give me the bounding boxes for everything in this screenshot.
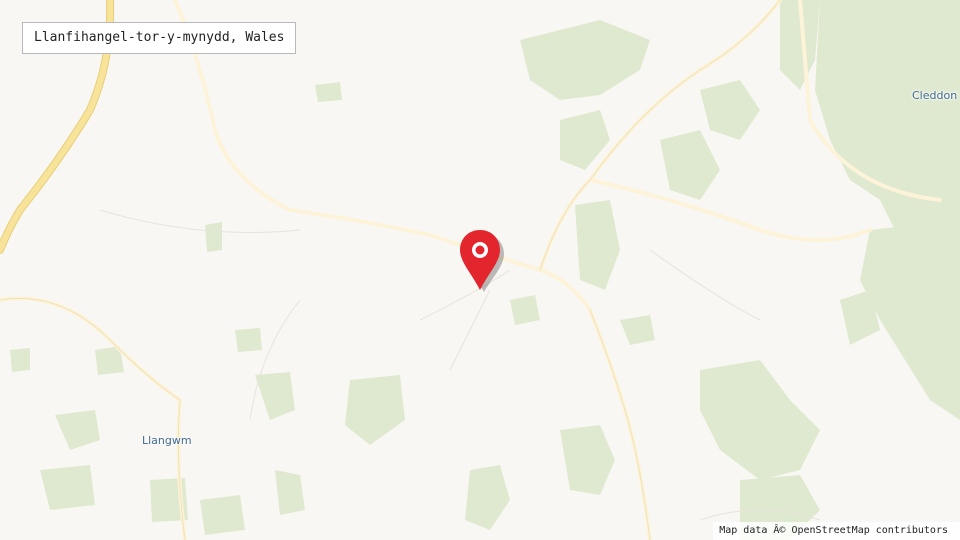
map-pin-icon[interactable]	[456, 228, 508, 294]
location-name-box: Llanfihangel-tor-y-mynydd, Wales	[22, 22, 297, 54]
town-label-cleddon: Cleddon	[912, 89, 958, 102]
town-label-llangwm: Llangwm	[142, 434, 192, 447]
map-attribution: Map data Â© OpenStreetMap contributors	[713, 522, 960, 540]
